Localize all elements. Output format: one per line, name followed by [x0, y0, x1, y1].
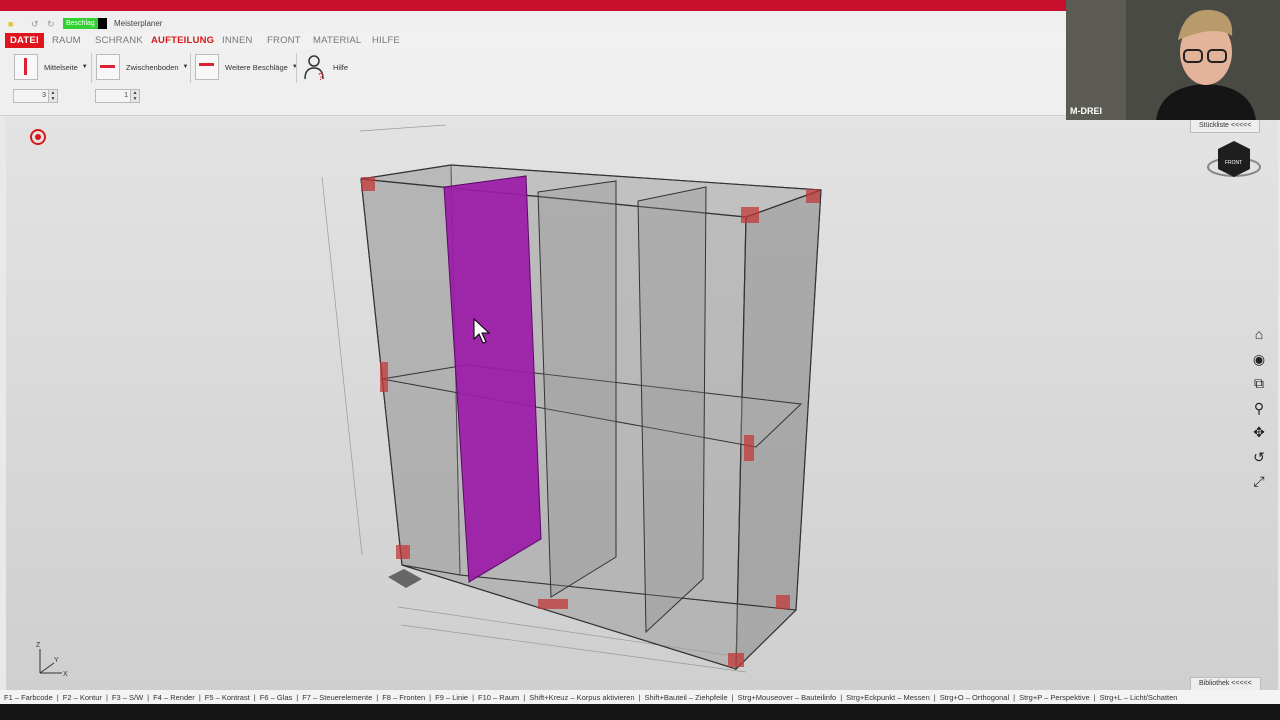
axis-z-label: Z: [36, 642, 41, 649]
zoom-icon[interactable]: ⚲: [1250, 399, 1268, 417]
weitere-beschlaege-label: Weitere Beschläge: [225, 62, 288, 72]
zwischenboden-label: Zwischenboden: [126, 62, 179, 72]
hilfe-button[interactable]: ? Hilfe: [303, 53, 348, 81]
mittelseite-button[interactable]: Mittelseite ▼: [14, 53, 88, 81]
3d-viewport[interactable]: Z Y X FRONT Stückliste <<<<< Bibliothek …: [6, 117, 1278, 691]
status-hint: Shift+Kreuz – Korpus aktivieren: [529, 692, 635, 702]
status-hint: Strg+Eckpunkt – Messen: [846, 692, 930, 702]
stueckliste-toggle[interactable]: Stückliste <<<<<: [1190, 119, 1261, 133]
menu-innen[interactable]: INNEN: [222, 35, 253, 46]
status-bar: F1 – Farbcode | F2 – Kontur | F3 – S/W | F4…: [0, 690, 1280, 704]
menu-front[interactable]: FRONT: [267, 35, 301, 46]
status-hint: F1 – Farbcode: [4, 692, 53, 702]
korpus-cross-icon[interactable]: [388, 569, 422, 588]
bibliothek-toggle[interactable]: Bibliothek <<<<<: [1190, 677, 1261, 691]
status-hint: F10 – Raum: [478, 692, 520, 702]
menu-schrank[interactable]: SCHRANK: [95, 35, 143, 46]
fullscreen-icon[interactable]: ⤢: [1250, 472, 1268, 490]
presenter-video: [1066, 0, 1280, 120]
eye-icon[interactable]: ◉: [1250, 350, 1268, 368]
ribbon-separator: [91, 53, 92, 83]
status-hint: F6 – Glas: [259, 692, 293, 702]
folder-icon[interactable]: ■: [8, 19, 13, 29]
mittelseite-count-stepper[interactable]: 3 ▲ ▼: [13, 89, 58, 103]
status-hint: F7 – Steuerelemente: [302, 692, 373, 702]
status-badge-label: Beschlag: [63, 18, 98, 29]
redo-icon[interactable]: ↻: [47, 19, 55, 30]
view-toolbar: ⌂ ◉ ⧉ ⚲ ✥ ↺ ⤢: [1250, 325, 1270, 497]
menu-raum[interactable]: RAUM: [52, 35, 81, 46]
dropdown-caret-icon: ▼: [81, 64, 88, 70]
svg-text:?: ?: [318, 72, 324, 81]
home-icon[interactable]: ⌂: [1250, 325, 1268, 343]
cabinet-panels: [360, 164, 822, 671]
mittelseite-label: Mittelseite: [44, 62, 78, 72]
zoom-window-icon[interactable]: ⧉: [1250, 374, 1268, 392]
ribbon-separator: [296, 53, 297, 83]
status-hint: F8 – Fronten: [382, 692, 426, 702]
navcube-front-label: FRONT: [1225, 160, 1242, 166]
weitere-beschlaege-button[interactable]: Weitere Beschläge ▼: [195, 53, 298, 81]
webcam-overlay: M-DREI: [1066, 0, 1280, 120]
menu-datei[interactable]: DATEI: [5, 33, 44, 48]
status-hint: F5 – Kontrast: [204, 692, 250, 702]
status-hint: Strg+L – Licht/Schatten: [1099, 692, 1178, 702]
status-hint: Strg+P – Perspektive: [1019, 692, 1090, 702]
help-person-icon: ?: [304, 55, 324, 81]
stepper-arrows-icon[interactable]: ▲ ▼: [130, 90, 139, 102]
menu-aufteilung[interactable]: AUFTEILUNG: [151, 35, 214, 46]
mittelseite-icon: [14, 54, 38, 80]
pan-icon[interactable]: ✥: [1250, 423, 1268, 441]
status-hint: F3 – S/W: [111, 692, 144, 702]
weitere-beschlaege-icon: [195, 54, 219, 80]
zwischenboden-count-stepper[interactable]: 1 ▲ ▼: [95, 89, 140, 103]
hilfe-label: Hilfe: [333, 62, 349, 72]
status-hint: F9 – Linie: [435, 692, 469, 702]
ribbon-toolbar: Mittelseite ▼ Zwischenboden ▼ Weitere Besc…: [0, 49, 1066, 116]
zwischenboden-icon: [96, 54, 120, 80]
status-hint: Strg+Mouseover – Bauteilinfo: [737, 692, 837, 702]
status-hint: F4 – Render: [153, 692, 195, 702]
axis-gizmo: [39, 649, 62, 674]
status-hint: Strg+O – Orthogonal: [939, 692, 1010, 702]
zwischenboden-button[interactable]: Zwischenboden ▼: [96, 53, 189, 81]
title-bar: ■ ↺ ↻ Beschlag Meisterplaner: [0, 11, 1066, 33]
app-title: Meisterplaner: [114, 19, 163, 28]
stepper-arrows-icon[interactable]: ▲ ▼: [48, 90, 57, 102]
cabinet-model: Z Y X FRONT: [36, 124, 1261, 678]
screen-bottom-bar: [0, 704, 1280, 720]
dropdown-caret-icon: ▼: [182, 64, 189, 70]
undo-icon[interactable]: ↺: [31, 19, 39, 30]
axis-x-label: X: [63, 671, 68, 678]
ribbon-separator: [190, 53, 191, 83]
axis-y-label: Y: [54, 657, 59, 664]
status-hint: Shift+Bauteil – Ziehpfeile: [644, 692, 728, 702]
rotate-icon[interactable]: ↺: [1250, 448, 1268, 466]
navigation-cube[interactable]: FRONT: [1207, 141, 1261, 177]
status-hint: F2 – Kontur: [62, 692, 102, 702]
menu-hilfe[interactable]: HILFE: [372, 35, 400, 46]
webcam-label: M-DREI: [1070, 106, 1102, 116]
status-badge: Beschlag: [63, 18, 107, 29]
menu-material[interactable]: MATERIAL: [313, 35, 361, 46]
menu-bar: DATEI RAUM SCHRANK AUFTEILUNG INNEN FRON…: [0, 33, 1066, 49]
